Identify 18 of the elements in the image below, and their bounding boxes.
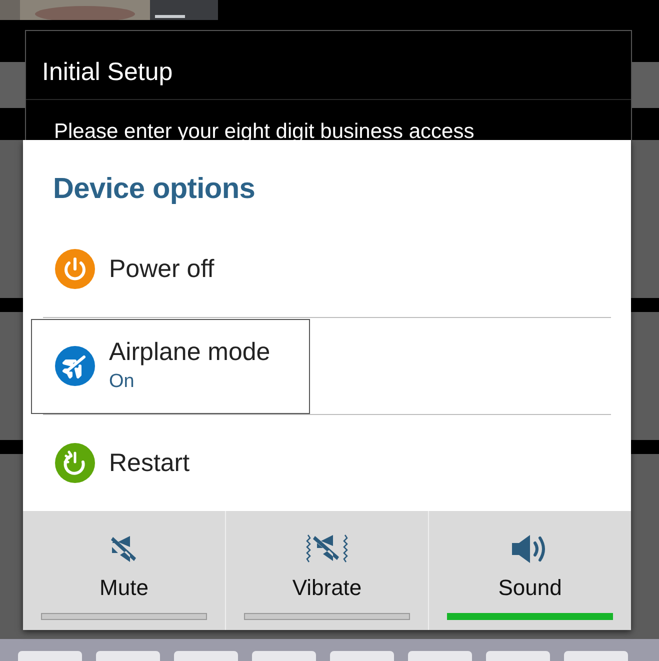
dialog-title: Device options (52, 172, 256, 207)
menu-item[interactable]: Power off (32, 222, 236, 317)
sound-mode-button[interactable]: Sound (428, 511, 631, 630)
dialog-title: Initial Setup (41, 57, 174, 88)
keyboard-key[interactable] (564, 651, 628, 661)
keyboard-key[interactable] (18, 651, 82, 661)
keyboard-key[interactable] (252, 651, 316, 661)
keyboard-key[interactable] (408, 651, 472, 661)
restart-icon (55, 443, 95, 484)
keyboard-key[interactable] (330, 651, 394, 661)
menu-item[interactable]: Restart (32, 416, 211, 511)
keyboard-key[interactable] (486, 651, 550, 661)
power-icon (55, 249, 95, 290)
keyboard-key[interactable] (174, 651, 238, 661)
keyboard-key[interactable] (96, 651, 160, 661)
sound-mode-button[interactable]: Mute (23, 511, 225, 630)
menu-item[interactable]: Airplane mode On (31, 318, 310, 414)
sound-mode-button[interactable]: Vibrate (225, 511, 428, 630)
